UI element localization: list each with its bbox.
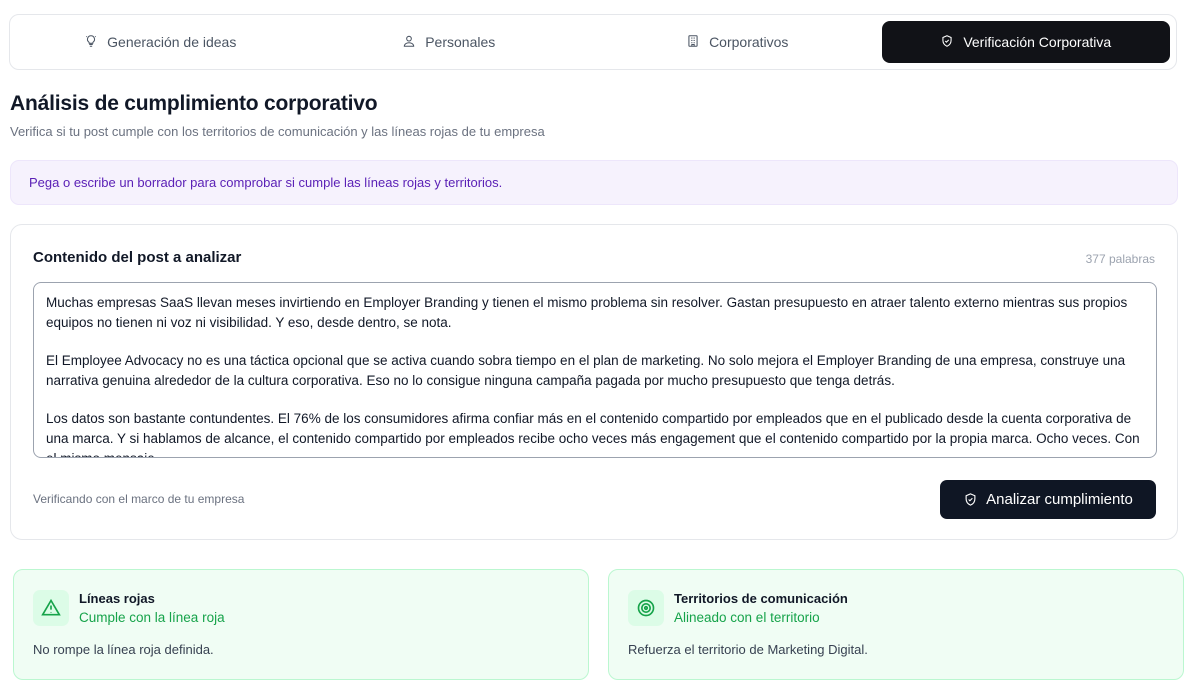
red-lines-status: Cumple con la línea roja [79,610,225,625]
tab-corporate[interactable]: Corporativos [593,21,882,63]
target-icon [628,590,664,626]
page-subtitle: Verifica si tu post cumple con los terri… [10,124,545,139]
post-paragraph: El Employee Advocacy no es una táctica o… [46,353,1126,388]
building-icon [686,34,700,51]
tab-idea-generation[interactable]: Generación de ideas [16,21,305,63]
user-icon [402,34,416,51]
territories-status: Alineado con el territorio [674,610,820,625]
warning-triangle-icon [33,590,69,626]
lightbulb-icon [84,34,98,51]
tab-label: Verificación Corporativa [963,34,1112,50]
info-banner: Pega o escribe un borrador para comproba… [10,160,1178,205]
territories-description: Refuerza el territorio de Marketing Digi… [628,642,868,657]
territories-result-card: Territorios de comunicación Alineado con… [608,569,1184,680]
shield-check-icon [940,34,954,51]
post-editor-card: Contenido del post a analizar 377 palabr… [10,224,1178,540]
info-banner-text: Pega o escribe un borrador para comproba… [29,175,503,190]
tab-bar: Generación de ideas Personales Corporati… [9,14,1177,70]
red-lines-result-card: Líneas rojas Cumple con la línea roja No… [13,569,589,680]
word-count: 377 palabras [1085,252,1155,266]
territories-title: Territorios de comunicación [674,591,848,606]
post-paragraph: Muchas empresas SaaS llevan meses invirt… [46,295,1128,330]
tab-corporate-verification[interactable]: Verificación Corporativa [881,21,1170,63]
post-paragraph: Los datos son bastante contundentes. El … [46,411,1140,457]
post-content-textarea[interactable]: Muchas empresas SaaS llevan meses invirt… [33,282,1157,458]
red-lines-description: No rompe la línea roja definida. [33,642,214,657]
analyze-compliance-button[interactable]: Analizar cumplimiento [940,480,1156,519]
editor-title: Contenido del post a analizar [33,249,242,266]
tab-label: Personales [425,34,496,50]
tab-personal[interactable]: Personales [305,21,594,63]
tab-label: Generación de ideas [107,34,237,50]
page-title: Análisis de cumplimiento corporativo [10,92,378,115]
tab-label: Corporativos [709,34,789,50]
shield-check-icon [963,492,978,507]
analyze-button-label: Analizar cumplimiento [986,491,1133,508]
framework-note: Verificando con el marco de tu empresa [33,492,245,506]
red-lines-title: Líneas rojas [79,591,155,606]
